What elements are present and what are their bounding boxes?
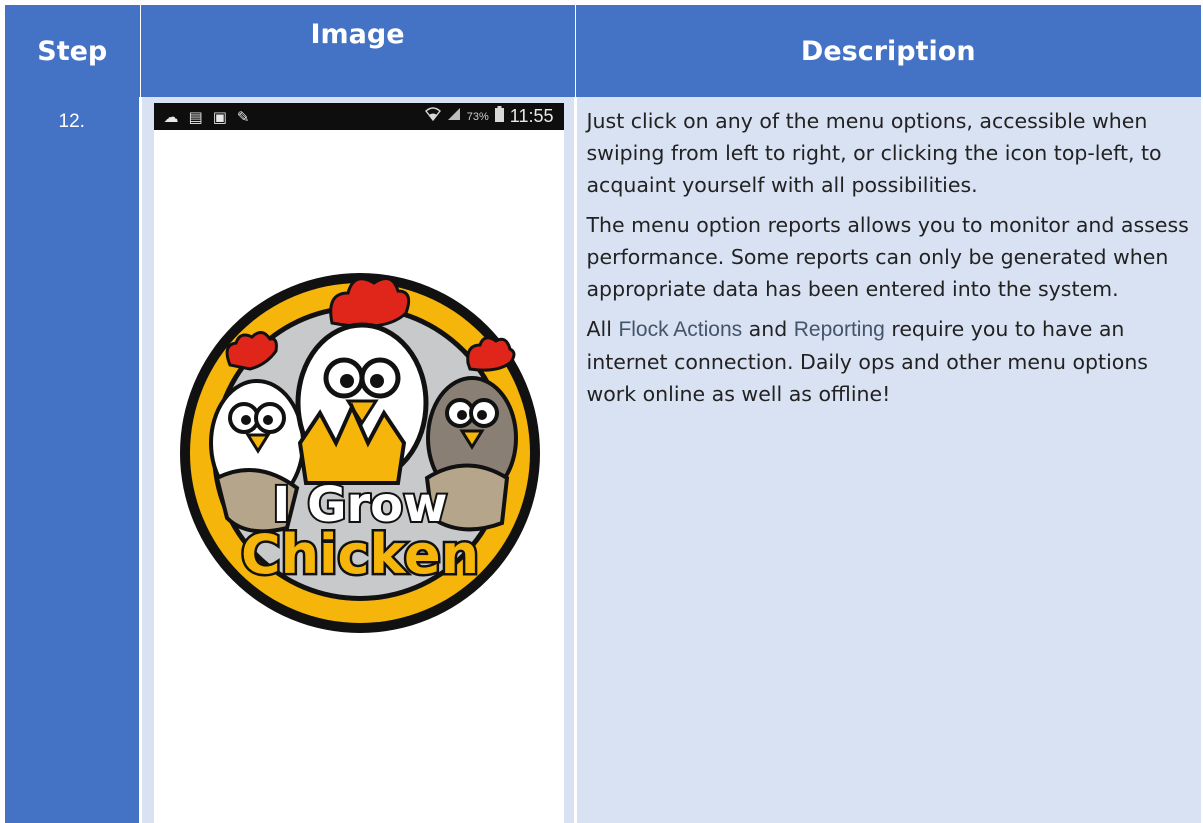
step-number: 12. xyxy=(58,111,85,132)
phone-screenshot: ☁ ▤ ▣ ✎ 73% 11:55 I Grow Chicken xyxy=(153,103,564,823)
flock-actions-link: Flock Actions xyxy=(618,318,743,341)
instruction-table: Step Image Description 12. ☁ ▤ ▣ ✎ 73% 1… xyxy=(5,5,1201,823)
step-cell: 12. xyxy=(5,97,142,823)
clipboard-icon: ▣ xyxy=(212,108,227,126)
image-cell: ☁ ▤ ▣ ✎ 73% 11:55 I Grow Chicken xyxy=(140,97,577,823)
signal-icon xyxy=(447,107,461,126)
header-step: Step xyxy=(5,5,141,97)
battery-percent: 73% xyxy=(466,110,489,123)
description-paragraph-3: All Flock Actions and Reporting require … xyxy=(587,313,1198,410)
cloud-icon: ☁ xyxy=(163,108,179,126)
table-header-row: Step Image Description xyxy=(5,5,1201,97)
battery-icon xyxy=(494,106,504,127)
header-description: Description xyxy=(575,5,1201,97)
description-paragraph-2: The menu option reports allows you to mo… xyxy=(586,213,1189,301)
logo-text-line2: Chicken xyxy=(240,523,478,586)
wifi-icon xyxy=(424,106,441,127)
description-text: and xyxy=(742,317,794,341)
table-row: 12. ☁ ▤ ▣ ✎ 73% 11:55 I Grow Chicken Jus… xyxy=(5,97,1201,823)
message-icon: ▤ xyxy=(188,108,203,126)
description-text: All xyxy=(586,317,619,341)
reporting-link: Reporting xyxy=(793,318,885,341)
status-time: 11:55 xyxy=(509,106,554,126)
phone-status-bar: ☁ ▤ ▣ ✎ 73% 11:55 xyxy=(153,103,564,130)
description-paragraph-1: Just click on any of the menu options, a… xyxy=(586,109,1162,197)
header-image: Image xyxy=(140,5,576,97)
description-cell: Just click on any of the menu options, a… xyxy=(575,97,1201,823)
i-grow-chicken-logo: I Grow Chicken xyxy=(172,263,552,633)
pencil-icon: ✎ xyxy=(236,108,250,126)
